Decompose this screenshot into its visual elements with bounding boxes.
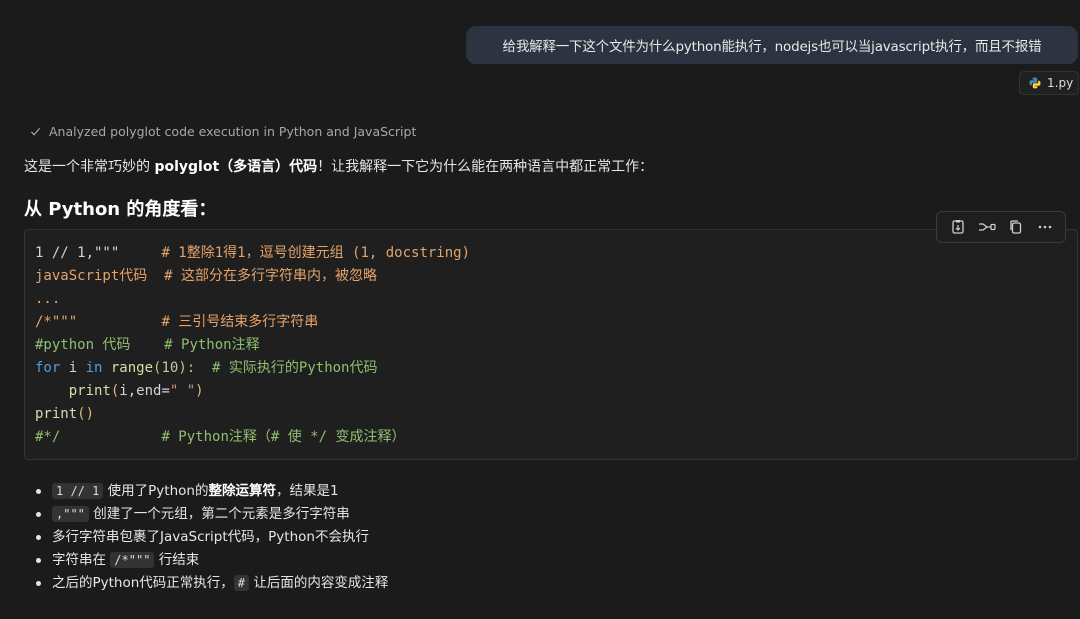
list-text: 之后的Python代码正常执行， <box>52 575 234 591</box>
code-keyword: for <box>35 360 61 376</box>
code-comment: # 1整除1得1，逗号创建元组 (1, docstring) <box>119 245 471 261</box>
chat-page: 给我解释一下这个文件为什么python能执行，nodejs也可以当javascr… <box>0 0 1080 619</box>
section-heading: 从 Python 的角度看： <box>24 199 217 220</box>
list-text: 多行字符串包裹了JavaScript代码，Python不会执行 <box>52 529 369 545</box>
code-line: ... <box>35 288 1077 311</box>
intro-paragraph: 这是一个非常巧妙的 polyglot（多语言）代码！让我解释一下它为什么能在两种… <box>24 156 653 176</box>
code-comment: # 实际执行的Python代码 <box>195 360 378 376</box>
list-text: ，结果是1 <box>275 483 339 499</box>
inline-code: ,""" <box>52 506 89 522</box>
list-item: 之后的Python代码正常执行， # 让后面的内容变成注释 <box>36 572 388 595</box>
code-comment: # 这部分在多行字符串内，被忽略 <box>147 268 378 284</box>
inline-code: /*""" <box>110 552 155 568</box>
code-line: print() <box>35 403 1077 426</box>
code-token: javaScript代码 <box>35 268 148 284</box>
code-comment: # Python注释（# 使 */ 变成注释） <box>60 429 406 445</box>
inline-code: 1 // 1 <box>52 483 104 499</box>
code-comment: #*/ <box>35 429 61 445</box>
code-line: print(i,end=" ") <box>35 380 1077 403</box>
list-text: 使用了Python的 <box>103 483 209 499</box>
code-function: print <box>35 383 111 399</box>
code-comment: # 三引号结束多行字符串 <box>77 314 319 330</box>
code-token: ... <box>35 291 61 307</box>
branch-icon[interactable] <box>977 217 997 237</box>
list-item: 1 // 1 使用了Python的整除运算符，结果是1 <box>36 480 388 503</box>
code-number: 10 <box>161 360 179 376</box>
inline-code: # <box>233 575 250 591</box>
code-line: #python 代码 # Python注释 <box>35 334 1077 357</box>
more-icon[interactable] <box>1035 217 1055 237</box>
intro-suffix: ！让我解释一下它为什么能在两种语言中都正常工作： <box>317 159 654 175</box>
code-line: #*/ # Python注释（# 使 */ 变成注释） <box>35 426 1077 449</box>
code-token: 1 // 1,""" <box>35 245 120 261</box>
copy-icon[interactable] <box>1006 217 1026 237</box>
code-function: print <box>35 406 78 422</box>
code-block: 1 // 1,""" # 1整除1得1，逗号创建元组 (1, docstring… <box>24 229 1078 460</box>
analysis-status[interactable]: Analyzed polyglot code execution in Pyth… <box>30 124 416 139</box>
list-item: ,""" 创建了一个元组，第二个元素是多行字符串 <box>36 503 388 526</box>
code-comment: # Python注释 <box>130 337 260 353</box>
explanation-list: 1 // 1 使用了Python的整除运算符，结果是1 ,""" 创建了一个元组… <box>36 480 388 595</box>
code-token: ): <box>178 360 196 376</box>
code-line: /*""" # 三引号结束多行字符串 <box>35 311 1077 334</box>
list-item: 字符串在 /*""" 行结束 <box>36 549 388 572</box>
code-line: for i in range(10): # 实际执行的Python代码 <box>35 357 1077 380</box>
code-token: /*""" <box>35 314 78 330</box>
check-icon <box>30 127 41 136</box>
intro-bold: polyglot（多语言）代码 <box>154 159 318 175</box>
list-text: 创建了一个元组，第二个元素是多行字符串 <box>88 506 350 522</box>
code-line: javaScript代码 # 这部分在多行字符串内，被忽略 <box>35 265 1077 288</box>
attachment-chip[interactable]: 1.py <box>1019 71 1079 95</box>
attachment-filename: 1.py <box>1047 76 1074 90</box>
code-token: ) <box>195 383 204 399</box>
list-text: 让后面的内容变成注释 <box>249 575 389 591</box>
python-icon <box>1029 77 1041 89</box>
status-text: Analyzed polyglot code execution in Pyth… <box>49 124 417 139</box>
user-message-bubble: 给我解释一下这个文件为什么python能执行，nodejs也可以当javascr… <box>466 26 1078 64</box>
list-text: 行结束 <box>154 552 200 568</box>
list-bold: 整除运算符 <box>208 483 276 499</box>
intro-prefix: 这是一个非常巧妙的 <box>24 159 155 175</box>
code-token: i <box>60 360 86 376</box>
user-message-text: 给我解释一下这个文件为什么python能执行，nodejs也可以当javascr… <box>502 39 1042 55</box>
apply-icon[interactable] <box>948 217 968 237</box>
code-keyword: in <box>85 360 103 376</box>
code-function: range <box>102 360 154 376</box>
code-line: 1 // 1,""" # 1整除1得1，逗号创建元组 (1, docstring… <box>35 242 1077 265</box>
list-item: 多行字符串包裹了JavaScript代码，Python不会执行 <box>36 526 388 549</box>
code-token: i,end= <box>119 383 170 399</box>
code-string: " " <box>169 383 196 399</box>
list-text: 字符串在 <box>52 552 111 568</box>
code-toolbar <box>936 211 1066 243</box>
code-token: () <box>77 406 95 422</box>
code-comment: #python 代码 <box>35 337 131 353</box>
